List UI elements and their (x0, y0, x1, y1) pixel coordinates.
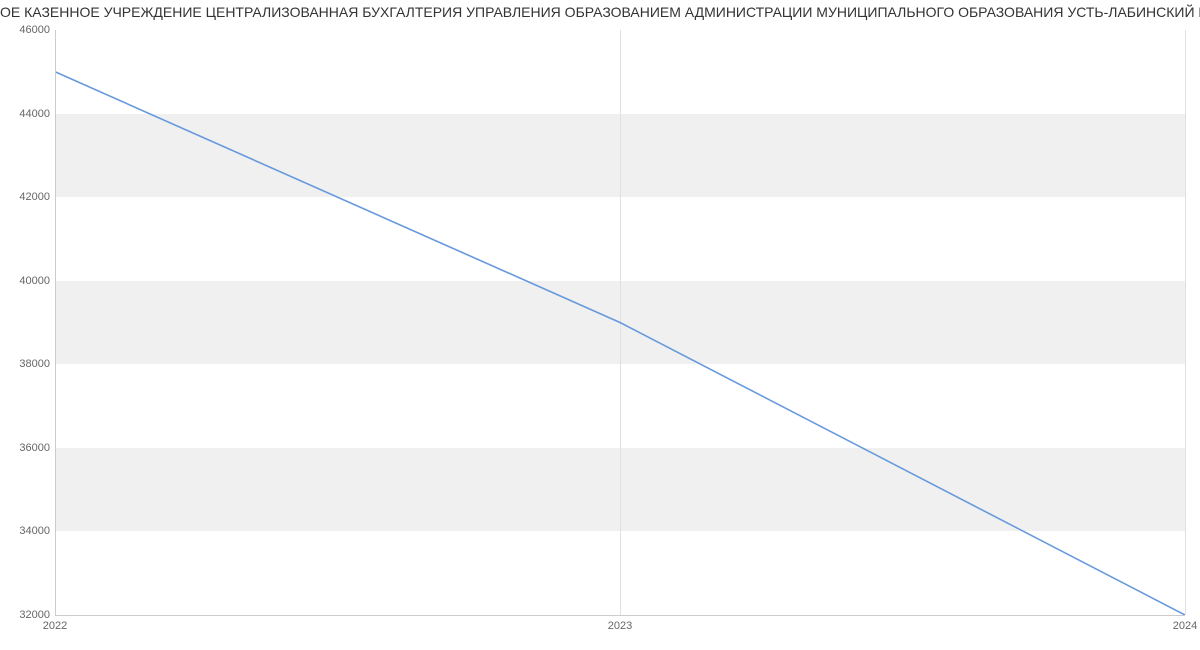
x-tick-label: 2023 (608, 620, 632, 632)
grid-line-v (620, 30, 621, 615)
y-tick-label: 36000 (19, 442, 50, 454)
grid-line-v (1185, 30, 1186, 615)
chart-title: ОЕ КАЗЕННОЕ УЧРЕЖДЕНИЕ ЦЕНТРАЛИЗОВАННАЯ … (0, 4, 1200, 20)
y-tick-label: 46000 (19, 24, 50, 36)
y-tick-label: 40000 (19, 275, 50, 287)
x-tick-label: 2022 (43, 620, 67, 632)
y-tick-label: 34000 (19, 525, 50, 537)
plot-area (55, 30, 1185, 615)
x-axis-line (55, 615, 1185, 616)
y-axis-line (55, 30, 56, 615)
y-tick-label: 44000 (19, 108, 50, 120)
chart-container: ОЕ КАЗЕННОЕ УЧРЕЖДЕНИЕ ЦЕНТРАЛИЗОВАННАЯ … (0, 0, 1200, 650)
y-tick-label: 38000 (19, 358, 50, 370)
x-tick-label: 2024 (1173, 620, 1197, 632)
y-tick-label: 42000 (19, 191, 50, 203)
